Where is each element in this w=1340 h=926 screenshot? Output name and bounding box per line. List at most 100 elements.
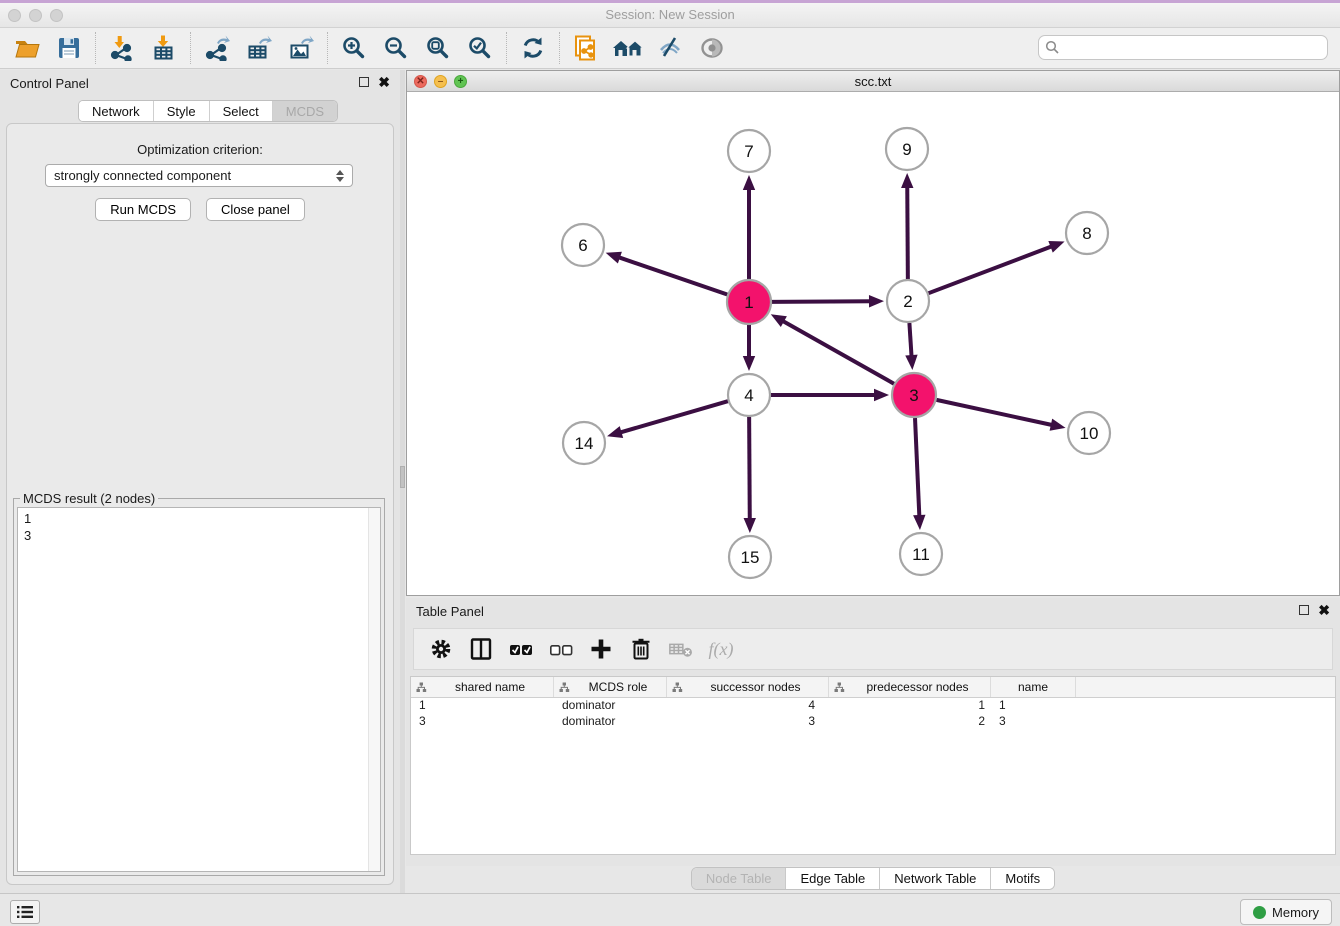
result-scrollbar[interactable] [368,508,380,871]
zoom-fit-icon[interactable] [417,30,459,66]
run-mcds-button[interactable]: Run MCDS [95,198,191,221]
graph-edge-2-3[interactable] [909,323,911,358]
search-box[interactable] [1038,35,1328,60]
graph-arrowhead [869,295,884,307]
refresh-view-icon[interactable] [512,30,554,66]
select-all-checkboxes-icon[interactable] [508,636,534,662]
close-panel-button[interactable]: Close panel [206,198,305,221]
toolbar-separator [190,32,191,64]
delete-table-icon [668,636,694,662]
column-header-name[interactable]: name [991,677,1076,697]
cell-shared-name[interactable]: 1 [411,698,554,714]
search-icon [1045,40,1060,55]
tab-motifs[interactable]: Motifs [991,868,1054,889]
cell-mcds-role[interactable]: dominator [554,698,667,714]
control-panel: Control Panel ✖ Network Style Select MCD… [0,70,400,893]
network-canvas[interactable]: 7968124314101511 [407,93,1339,595]
network-graph[interactable]: 7968124314101511 [407,93,1339,596]
toolbar-separator [506,32,507,64]
close-table-panel-icon[interactable]: ✖ [1318,604,1330,616]
tab-select[interactable]: Select [210,101,273,121]
graph-edge-2-9[interactable] [907,185,908,279]
cell-mcds-role[interactable]: dominator [554,714,667,730]
graph-arrowhead [1048,241,1064,253]
memory-status-icon [1253,906,1266,919]
hide-panels-icon[interactable] [649,30,691,66]
graph-edge-3-10[interactable] [936,400,1053,425]
cytoscape-window: Session: New Session [0,0,1340,926]
table-tabs: Node Table Edge Table Network Table Moti… [406,867,1340,890]
graph-edge-1-2[interactable] [772,301,872,302]
graph-arrowhead [1050,419,1066,431]
graph-edge-3-1[interactable] [781,320,894,384]
graph-edge-1-6[interactable] [617,257,727,295]
tab-edge-table[interactable]: Edge Table [786,868,880,889]
criterion-dropdown[interactable]: strongly connected component [45,164,353,187]
panel-splitter[interactable] [400,70,405,893]
show-columns-icon[interactable] [468,636,494,662]
graph-edge-4-15[interactable] [749,417,750,521]
graph-node-label: 10 [1080,424,1099,443]
column-header-predecessor-nodes[interactable]: predecessor nodes [829,677,991,697]
export-image-icon[interactable] [280,30,322,66]
zoom-in-icon[interactable] [333,30,375,66]
toolbar-separator [559,32,560,64]
tab-network[interactable]: Network [79,101,154,121]
table-row[interactable]: 3 dominator 3 2 3 [411,714,1335,730]
show-panels-icon[interactable] [691,30,733,66]
column-header-successor-nodes[interactable]: successor nodes [667,677,829,697]
node-table: shared name MCDS role successor nodes pr… [410,676,1336,855]
cell-name[interactable]: 1 [991,698,1076,714]
cell-name[interactable]: 3 [991,714,1076,730]
import-table-icon[interactable] [143,30,185,66]
cell-predecessor-nodes[interactable]: 1 [829,698,991,714]
table-row[interactable]: 1 dominator 4 1 1 [411,698,1335,714]
graph-node-label: 6 [578,236,587,255]
graph-arrowhead [607,426,623,438]
column-header-mcds-role[interactable]: MCDS role [554,677,667,697]
export-table-icon[interactable] [238,30,280,66]
splitter-grabber-icon[interactable] [400,466,405,488]
float-table-panel-icon[interactable] [1299,605,1309,615]
clone-network-icon[interactable] [565,30,607,66]
save-session-icon[interactable] [48,30,90,66]
tab-network-table[interactable]: Network Table [880,868,991,889]
table-toolbar: f(x) [413,628,1333,670]
zoom-out-icon[interactable] [375,30,417,66]
search-input[interactable] [1065,40,1321,55]
float-panel-icon[interactable] [359,77,369,87]
home-layout-icon[interactable] [607,30,649,66]
add-column-icon[interactable] [588,636,614,662]
tab-node-table[interactable]: Node Table [692,868,787,889]
graph-node-label: 9 [902,140,911,159]
delete-column-icon[interactable] [628,636,654,662]
graph-arrowhead [901,173,913,188]
export-network-icon[interactable] [196,30,238,66]
graph-edge-4-14[interactable] [619,401,728,433]
zoom-selected-icon[interactable] [459,30,501,66]
open-session-icon[interactable] [6,30,48,66]
cell-successor-nodes[interactable]: 4 [667,698,829,714]
network-window-titlebar: ✕ – + scc.txt [407,71,1339,92]
column-tree-icon [672,682,683,693]
graph-edge-2-8[interactable] [929,246,1054,293]
close-panel-icon[interactable]: ✖ [378,76,390,88]
import-network-icon[interactable] [101,30,143,66]
mcds-result-item: 3 [24,527,380,544]
memory-button[interactable]: Memory [1240,899,1332,925]
graph-node-label: 11 [912,545,930,564]
toolbar-separator [327,32,328,64]
cell-predecessor-nodes[interactable]: 2 [829,714,991,730]
tab-mcds[interactable]: MCDS [273,101,337,121]
cell-shared-name[interactable]: 3 [411,714,554,730]
table-settings-icon[interactable] [428,636,454,662]
cell-successor-nodes[interactable]: 3 [667,714,829,730]
mcds-result-groupbox: MCDS result (2 nodes) 1 3 [13,498,385,876]
column-header-shared-name[interactable]: shared name [411,677,554,697]
task-history-button[interactable] [10,900,40,924]
graph-node-label: 15 [741,548,760,567]
deselect-all-checkboxes-icon[interactable] [548,636,574,662]
tab-style[interactable]: Style [154,101,210,121]
graph-edge-3-11[interactable] [915,418,919,518]
memory-label: Memory [1272,905,1319,920]
